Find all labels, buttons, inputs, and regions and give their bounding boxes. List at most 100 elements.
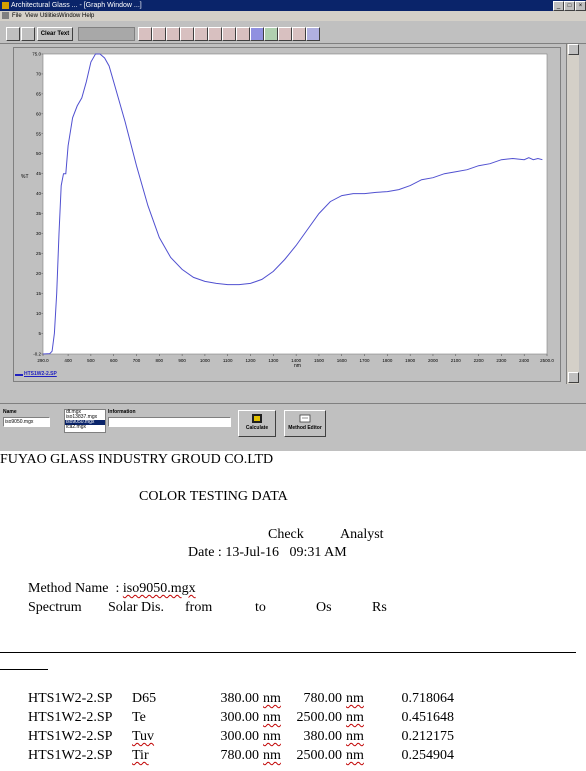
menu-utilities[interactable]: Utilities xyxy=(40,11,59,21)
date-line: Date : 13-Jul-16 09:31 AM xyxy=(188,545,347,560)
y-tick-label: 55 xyxy=(36,131,42,136)
scroll-up-icon[interactable] xyxy=(568,44,579,55)
menu-file[interactable]: File xyxy=(12,11,22,21)
x-tick-label: 1300 xyxy=(268,358,279,363)
x-tick-label: 2500.0 xyxy=(540,358,554,363)
graph-tool-6-icon[interactable] xyxy=(208,27,222,41)
header-solar-dis: Solar Dis. xyxy=(108,600,164,615)
header-spectrum: Spectrum xyxy=(28,600,82,615)
cell-to: 380.00 xyxy=(303,729,343,744)
graph-tool-5-icon[interactable] xyxy=(194,27,208,41)
y-tick-label: 50 xyxy=(36,151,42,156)
method-name-line: Method Name : iso9050.mgx xyxy=(28,581,196,597)
x-tick-label: 900 xyxy=(178,358,186,363)
cell-to: 2500.00 xyxy=(296,710,343,725)
x-tick-label: 2100 xyxy=(451,358,462,363)
editor-icon xyxy=(299,414,311,423)
y-tick-label: 20 xyxy=(36,271,42,276)
doc-icon xyxy=(2,12,9,19)
y-tick-label: 70 xyxy=(36,71,42,76)
graph-tool-4-icon[interactable] xyxy=(180,27,194,41)
method-list[interactable]: dt.mgx iso13837.mgx iso9050.mgx lca2.mgx xyxy=(64,409,106,433)
y-tick-label: 65 xyxy=(36,91,42,96)
window-title: Architectural Glass ... - [Graph Window … xyxy=(11,2,142,9)
page-icon[interactable] xyxy=(21,27,35,41)
y-tick-label: 75.0 xyxy=(32,52,41,57)
menu-help[interactable]: Help xyxy=(82,11,94,21)
y-tick-label: 15 xyxy=(36,291,42,296)
cell-solar: Tir xyxy=(132,748,149,763)
cell-value: 0.212175 xyxy=(401,729,455,744)
cell-unit: nm xyxy=(346,729,364,744)
scroll-down-icon[interactable] xyxy=(568,372,579,383)
x-tick-label: 700 xyxy=(133,358,141,363)
x-tick-label: 2000 xyxy=(428,358,439,363)
y-tick-label: 40 xyxy=(36,191,42,196)
minimize-button[interactable]: _ xyxy=(553,1,564,11)
graph-tool-10-icon[interactable] xyxy=(264,27,278,41)
close-button[interactable]: × xyxy=(575,1,586,11)
cell-spectrum: HTS1W2-2.SP xyxy=(28,729,113,744)
clear-text-button[interactable]: Clear Text xyxy=(37,27,73,41)
maximize-button[interactable]: □ xyxy=(564,1,575,11)
graph-tool-13-icon[interactable] xyxy=(306,27,320,41)
graph-panel: 75.0 70 65 60 55 50 45 40 35 30 25 20 15 10 5 -0.2 290.… xyxy=(13,47,561,382)
menu-window[interactable]: Window xyxy=(59,11,80,21)
cell-from: 300.00 xyxy=(220,710,260,725)
graph-tool-12-icon[interactable] xyxy=(292,27,306,41)
x-axis-label: nm xyxy=(294,363,301,369)
graph-tool-1-icon[interactable] xyxy=(138,27,152,41)
divider-line xyxy=(0,652,576,653)
header-rs: Rs xyxy=(372,600,387,615)
x-tick-label: 1500 xyxy=(314,358,325,363)
cell-solar: Te xyxy=(132,710,146,725)
method-editor-button[interactable]: Method Editor xyxy=(284,410,326,437)
calculate-button[interactable]: Calculate xyxy=(238,410,276,437)
menu-view[interactable]: View xyxy=(25,11,38,21)
cell-from: 380.00 xyxy=(220,691,260,706)
cell-spectrum: HTS1W2-2.SP xyxy=(28,710,113,725)
spectrum-chart: 75.0 70 65 60 55 50 45 40 35 30 25 20 15 10 5 -0.2 290.… xyxy=(21,52,554,370)
toolbar-field xyxy=(78,27,135,41)
graph-tool-11-icon[interactable] xyxy=(278,27,292,41)
check-label: Check xyxy=(268,527,304,542)
header-os: Os xyxy=(316,600,332,615)
x-tick-label: 1100 xyxy=(223,358,233,363)
cell-to: 780.00 xyxy=(303,691,343,706)
cell-solar: D65 xyxy=(132,691,157,706)
header-to: to xyxy=(255,600,266,615)
y-tick-label: 45 xyxy=(36,171,42,176)
name-label: Name xyxy=(3,409,17,415)
x-tick-label: 2300 xyxy=(496,358,507,363)
x-tick-label: 1700 xyxy=(360,358,371,363)
cell-value: 0.254904 xyxy=(401,748,455,763)
graph-tool-2-icon[interactable] xyxy=(152,27,166,41)
legend-label[interactable]: HTS1W2-2.SP xyxy=(24,371,57,377)
x-tick-label: 1900 xyxy=(405,358,416,363)
legend-swatch xyxy=(15,374,23,376)
cell-from: 780.00 xyxy=(220,748,260,763)
list-item[interactable]: lca2.mgx xyxy=(65,425,105,430)
x-tick-label: 290.0 xyxy=(37,358,49,363)
short-divider xyxy=(0,669,48,670)
graph-tool-9-icon[interactable] xyxy=(250,27,264,41)
graph-tool-3-icon[interactable] xyxy=(166,27,180,41)
graph-tool-7-icon[interactable] xyxy=(222,27,236,41)
print-icon[interactable] xyxy=(6,27,20,41)
calculator-icon xyxy=(252,414,262,423)
information-field[interactable] xyxy=(108,417,231,427)
y-tick-label: 60 xyxy=(36,111,42,116)
method-name-value: iso9050.mgx xyxy=(122,581,196,596)
x-tick-label: 1600 xyxy=(337,358,348,363)
name-field[interactable]: iso9050.mgx xyxy=(3,417,50,427)
y-tick-label: 35 xyxy=(36,211,42,216)
y-tick-label: -0.2 xyxy=(33,352,41,357)
x-tick-label: 1000 xyxy=(200,358,211,363)
y-tick-label: 30 xyxy=(36,231,42,236)
vertical-scrollbar[interactable] xyxy=(566,44,579,384)
graph-tool-8-icon[interactable] xyxy=(236,27,250,41)
x-tick-label: 400 xyxy=(64,358,72,363)
x-tick-label: 600 xyxy=(110,358,118,363)
menu-bar: File View Utilities Window Help xyxy=(0,11,586,21)
y-tick-label: 5 xyxy=(38,331,41,336)
